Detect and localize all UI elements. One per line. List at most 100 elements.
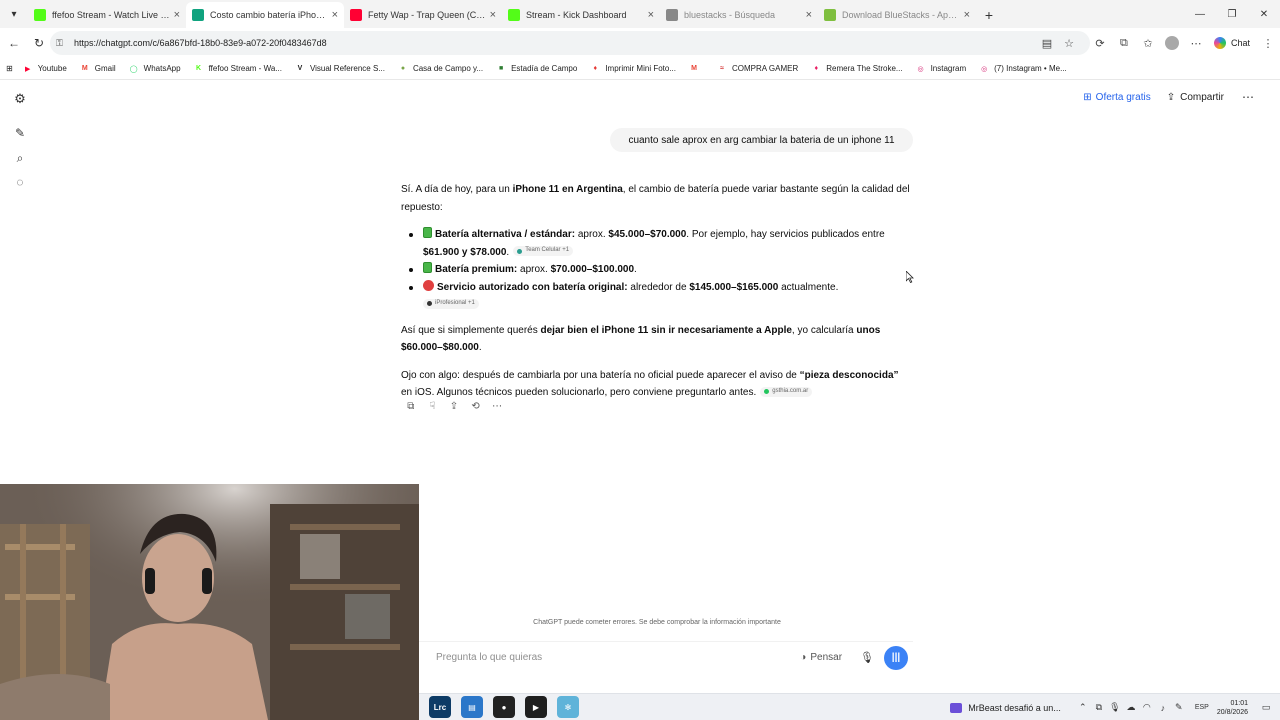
news-video-icon [950, 702, 963, 713]
profile-avatar[interactable] [1164, 36, 1179, 50]
browser-tab[interactable]: Stream - Kick Dashboard × [502, 2, 660, 28]
message-composer[interactable]: Pregunta lo que quieras ◑ Pensar 🎙︎ ||| [419, 641, 913, 673]
close-window-icon[interactable]: ✕ [1248, 0, 1280, 28]
new-chat-icon[interactable]: ✎ [12, 125, 28, 141]
bookmark-item[interactable]: ◯ WhatsApp [129, 64, 181, 74]
bookmark-item[interactable]: ♦ Imprimir Mini Foto... [590, 64, 676, 74]
bookmark-item[interactable]: ■ Estadía de Campo [496, 64, 577, 74]
favorites-icon[interactable]: ✩ [1136, 31, 1160, 55]
summary-text: Así que si simplemente querés [401, 324, 541, 336]
summary-text-mid: , yo calcularía [791, 324, 857, 336]
share-message-icon[interactable]: ⇪ [443, 398, 465, 414]
close-tab-icon[interactable]: × [332, 9, 338, 21]
free-offer-button[interactable]: ⊞ Oferta gratis [1083, 92, 1150, 103]
bookmark-item[interactable]: M Gmail [80, 64, 116, 74]
bookmark-label: (7) Instagram • Me... [994, 64, 1067, 73]
voice-mode-button[interactable]: ||| [884, 645, 908, 670]
close-tab-icon[interactable]: × [964, 9, 970, 21]
obs-app-icon[interactable]: ● [493, 696, 515, 718]
user-message-text: cuanto sale aprox en arg cambiar la bate… [628, 134, 895, 146]
split-screen-icon[interactable]: ⧉ [1112, 31, 1136, 55]
bookmark-label: Casa de Campo y... [412, 64, 484, 73]
close-tab-icon[interactable]: × [806, 9, 812, 21]
mouse-cursor-icon [906, 271, 914, 283]
refresh-icon[interactable]: ↻ [27, 31, 51, 55]
site-info-icon[interactable]: ⚿ [56, 38, 70, 49]
close-tab-icon[interactable]: × [174, 9, 180, 21]
minimize-icon[interactable]: — [1184, 0, 1216, 28]
copilot-button[interactable]: Chat [1213, 37, 1250, 49]
system-clock[interactable]: 01:01 20/8/2026 [1217, 699, 1248, 717]
news-widget[interactable]: MrBeast desafió a un... [950, 702, 1061, 713]
more-options-icon[interactable]: ⋯ [1242, 90, 1254, 104]
bookmark-favicon-icon: V [297, 65, 303, 72]
restore-icon[interactable]: ❐ [1216, 0, 1248, 28]
bookmarks-menu-icon[interactable]: ⊞ [6, 64, 13, 73]
back-icon[interactable]: ← [2, 31, 26, 55]
notifications-icon[interactable]: ▭ [1258, 702, 1274, 713]
source-chip[interactable]: iProfesional +1 [423, 298, 479, 309]
volume-icon[interactable]: ♪ [1155, 703, 1171, 713]
share-button[interactable]: ⇪ Compartir [1167, 92, 1224, 103]
openai-logo-icon[interactable]: ⚙ [12, 91, 28, 107]
bookmark-item[interactable]: M [689, 64, 704, 74]
pen-icon[interactable]: ✎ [1171, 702, 1187, 713]
more-actions-icon[interactable]: ⋯ [486, 398, 508, 414]
thumbs-down-icon[interactable]: ☟ [422, 398, 444, 414]
library-icon[interactable]: ◌ [12, 174, 28, 190]
favorite-star-icon[interactable]: ☆ [1058, 31, 1080, 55]
wifi-icon[interactable]: ◠ [1139, 702, 1155, 713]
tab-title: Costo cambio batería iPhone 11 [210, 10, 328, 20]
sidebar-toggle-icon[interactable]: ⋮ [1256, 31, 1280, 55]
url-text[interactable]: https://chatgpt.com/c/6a867bfd-18b0-83e9… [74, 38, 327, 48]
browser-tab[interactable]: Fetty Wap - Trap Queen (Crankdat × [344, 2, 502, 28]
browser-tab[interactable]: bluestacks - Búsqueda × [660, 2, 818, 28]
tray-app-icon[interactable]: ⧉ [1091, 702, 1107, 713]
cloud-icon[interactable]: ☁ [1123, 702, 1139, 713]
chatgpt-app-icon[interactable]: ✻ [557, 696, 579, 718]
microphone-icon[interactable]: 🎙︎ [860, 651, 874, 664]
file-explorer-icon[interactable]: ▤ [461, 696, 483, 718]
browser-tab[interactable]: ffefoo Stream - Watch Live on Kick × [28, 2, 186, 28]
address-bar[interactable]: ⚿ https://chatgpt.com/c/6a867bfd-18b0-83… [50, 31, 1090, 55]
bookmark-favicon-icon: ♦ [814, 65, 819, 72]
source-chip[interactable]: gsthia.com.ar [760, 386, 813, 397]
tab-actions-icon[interactable]: ▾ [0, 0, 28, 28]
source-chip[interactable]: Team Celular +1 [513, 246, 574, 256]
input-language[interactable]: ESP [1195, 704, 1209, 711]
bookmark-item[interactable]: ▶ Youtube [23, 64, 67, 74]
intro-text: Sí. A día de hoy, para un [401, 184, 513, 195]
tray-chevron-icon[interactable]: ⌃ [1075, 702, 1091, 713]
source-favicon-icon [427, 301, 432, 306]
bookmark-item[interactable]: Kffefoo Stream - Wa... [194, 64, 282, 74]
close-tab-icon[interactable]: × [490, 9, 496, 21]
close-tab-icon[interactable]: × [648, 9, 654, 21]
reader-view-icon[interactable]: ▤ [1036, 31, 1058, 55]
bookmark-item[interactable]: ♦ Remera The Stroke... [811, 64, 902, 74]
prompt-input[interactable]: Pregunta lo que quieras [436, 652, 800, 663]
new-tab-button[interactable]: + [976, 2, 1002, 28]
kick-icon [34, 9, 46, 21]
think-button[interactable]: ◑ Pensar [800, 652, 842, 663]
bookmark-item[interactable]: V Visual Reference S... [295, 64, 385, 74]
regenerate-icon[interactable]: ⟲ [465, 398, 487, 414]
bookmark-favicon-icon: M [691, 65, 697, 72]
warning-text-end: en iOS. Algunos técnicos pueden solucion… [401, 387, 757, 398]
bookmark-item[interactable]: ● Casa de Campo y... [398, 64, 483, 74]
tray-mic-icon[interactable]: 🎙︎ [1107, 702, 1123, 713]
browser-tab[interactable]: Costo cambio batería iPhone 11 × [186, 2, 344, 28]
bookmark-item[interactable]: ◎ Instagram [916, 64, 967, 74]
search-chats-icon[interactable]: ⌕ [12, 150, 28, 166]
settings-menu-icon[interactable]: ⋯ [1184, 31, 1208, 55]
copy-icon[interactable]: ⧉ [400, 398, 422, 414]
extension-icon[interactable]: ⟳ [1088, 31, 1112, 55]
media-player-icon[interactable]: ▶ [525, 696, 547, 718]
news-headline: MrBeast desafió a un... [968, 702, 1061, 713]
lightroom-app-icon[interactable]: Lrc [429, 696, 451, 718]
bookmark-item[interactable]: ◎ (7) Instagram • Me... [979, 64, 1067, 74]
price-list-item: Batería premium: aprox. $70.000–$100.000… [401, 261, 911, 279]
bookmark-label: ffefoo Stream - Wa... [208, 64, 282, 73]
bookmark-favicon-icon: ≈ [720, 65, 724, 72]
bookmark-item[interactable]: ≈ COMPRA GAMER [717, 64, 798, 74]
browser-tab[interactable]: Download BlueStacks - App Player × [818, 2, 976, 28]
